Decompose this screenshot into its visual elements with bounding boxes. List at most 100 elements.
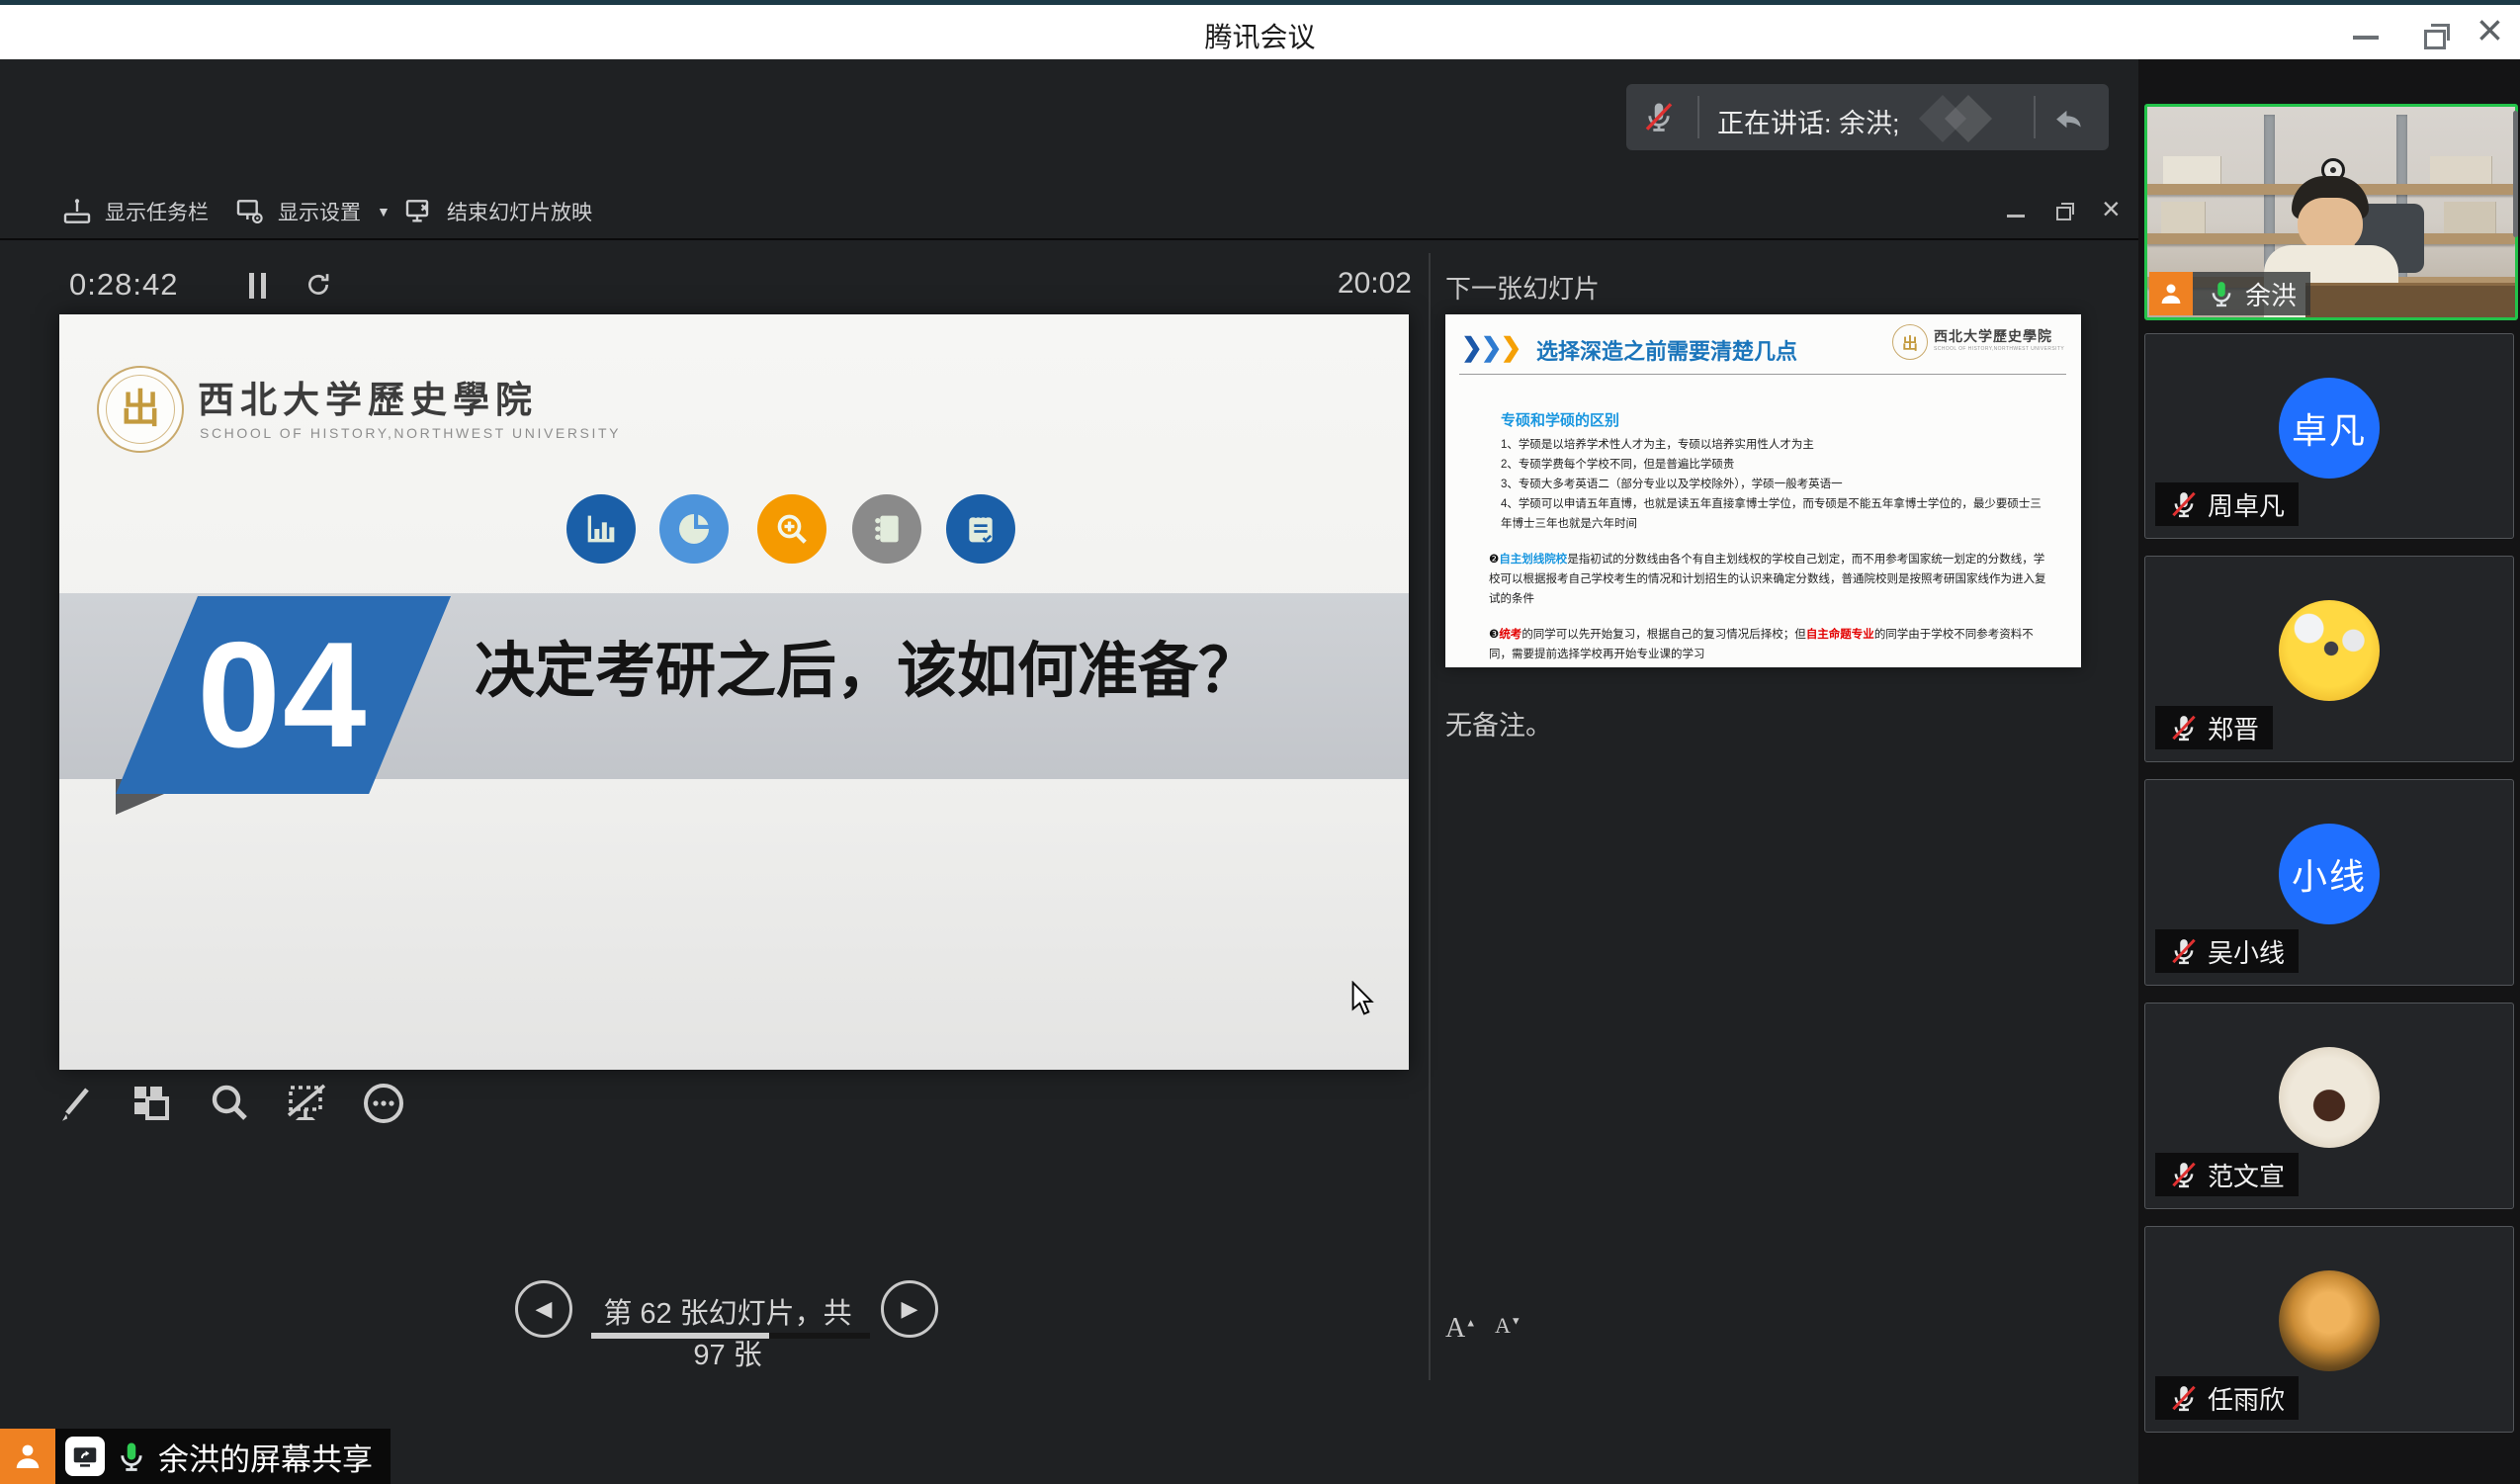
participant-name: 余洪 <box>2245 276 2297 312</box>
divider <box>1697 96 1699 138</box>
titlebar: 腾讯会议 × <box>0 0 2520 59</box>
mic-muted-icon <box>2169 713 2199 742</box>
participant-label: 周卓凡 <box>2155 482 2299 526</box>
window-title: 腾讯会议 <box>0 16 2520 55</box>
previous-slide-button[interactable]: ◀ <box>515 1280 572 1338</box>
divider <box>2034 96 2036 138</box>
participant-name: 吴小线 <box>2208 933 2285 970</box>
header-rule <box>1459 374 2066 375</box>
restart-timer-button[interactable] <box>303 269 334 301</box>
mic-muted-icon[interactable] <box>1642 100 1676 133</box>
avatar <box>2279 600 2380 701</box>
panel-divider <box>1429 253 1431 1380</box>
chevron-down-icon: ▼ <box>377 204 391 219</box>
black-screen-button[interactable] <box>283 1080 330 1127</box>
participants-sidebar: 余洪 卓凡 周卓凡 <box>2138 59 2520 1484</box>
end-slideshow-icon <box>403 196 435 227</box>
next-slide-preview: ❯❯❯ 选择深造之前需要清楚几点 出 西北大学歷史學院 SCHOOL OF HI… <box>1445 314 2081 667</box>
zoom-plus-icon <box>757 494 826 564</box>
slide-progress-fill <box>591 1333 769 1339</box>
mic-muted-icon <box>2169 1383 2199 1413</box>
zoom-tool-button[interactable] <box>206 1080 253 1127</box>
next-slide-button[interactable]: ▶ <box>881 1280 938 1338</box>
org-name-en: SCHOOL OF HISTORY,NORTHWEST UNIVERSITY <box>200 425 621 441</box>
org-name-cn: 西北大学歷史學院 <box>198 370 538 423</box>
screen-share-indicator: 余洪的屏幕共享 <box>0 1429 391 1484</box>
participant-label: 吴小线 <box>2155 929 2299 973</box>
ppt-minimize-icon[interactable] <box>2007 215 2025 218</box>
increase-font-button[interactable]: A▲ <box>1445 1313 1476 1345</box>
clock: 20:02 <box>1236 267 1412 301</box>
current-slide: 出 西北大学歷史學院 SCHOOL OF HISTORY,NORTHWEST U… <box>59 314 1409 1070</box>
display-settings-label: 显示设置 <box>278 197 361 226</box>
slide-progress-bar <box>591 1333 870 1339</box>
avatar-initials: 小线 <box>2292 848 2367 900</box>
participant-name: 郑晋 <box>2208 710 2259 746</box>
display-settings-button[interactable]: 显示设置 ▼ <box>234 183 391 240</box>
participant-tile[interactable]: 小线 吴小线 <box>2144 779 2514 986</box>
org-name-en: SCHOOL OF HISTORY,NORTHWEST UNIVERSITY <box>1934 346 2072 352</box>
show-taskbar-label: 显示任务栏 <box>105 197 209 226</box>
end-slideshow-label: 结束幻灯片放映 <box>447 197 592 226</box>
participant-tile[interactable]: 卓凡 周卓凡 <box>2144 333 2514 539</box>
participant-name: 范文宣 <box>2208 1157 2285 1193</box>
mic-muted-icon <box>2169 1160 2199 1189</box>
slide-title: 决定考研之后，该如何准备？ <box>475 621 1394 709</box>
tencent-meeting-window: 腾讯会议 × 正在讲话: 余洪; <box>0 0 2520 1484</box>
slide-sorter-button[interactable] <box>127 1080 174 1127</box>
avatar: 卓凡 <box>2279 378 2380 479</box>
display-settings-icon <box>234 196 266 227</box>
next-slide-paragraph: ❷自主划线院校是指初试的分数线由各个有自主划线权的学校自己划定，而不用参考国家统… <box>1489 550 2048 609</box>
university-seal-icon: 出 <box>97 366 184 453</box>
slide-icon-row <box>59 494 1409 564</box>
restore-icon[interactable] <box>2424 24 2450 49</box>
avatar <box>2279 1047 2380 1148</box>
close-icon[interactable]: × <box>2477 2 2503 57</box>
more-options-button[interactable] <box>360 1080 407 1127</box>
sidebar-scrollbar[interactable] <box>2513 111 2518 237</box>
chevrons-icon: ❯❯❯ <box>1461 332 1520 363</box>
participant-tile[interactable]: 范文宣 <box>2144 1003 2514 1209</box>
next-slide-heading: 专硕和学硕的区别 <box>1501 409 1619 430</box>
decrease-font-button[interactable]: A▼ <box>1495 1313 1521 1339</box>
minimize-icon[interactable] <box>2353 36 2379 40</box>
content: 正在讲话: 余洪; 显示任务栏 <box>0 59 2520 1484</box>
mic-on-icon <box>2207 279 2236 308</box>
participant-label: 范文宣 <box>2155 1153 2299 1196</box>
titlebar-accent <box>0 0 2520 5</box>
participant-tile[interactable]: 郑晋 <box>2144 556 2514 762</box>
ppt-restore-icon[interactable] <box>2056 203 2076 222</box>
next-slide-title: 选择深造之前需要清楚几点 <box>1536 334 1797 366</box>
tencent-meeting-logo <box>1918 94 2013 141</box>
show-taskbar-button[interactable]: 显示任务栏 <box>61 183 209 240</box>
ppt-close-icon[interactable]: × <box>2102 191 2121 227</box>
elapsed-timer: 0:28:42 <box>69 267 178 303</box>
next-slide-list: 1、学硕是以培养学术性人才为主，专硕以培养实用性人才为主2、专硕学费每个学校不同… <box>1501 435 2042 534</box>
participant-name: 任雨欣 <box>2208 1380 2285 1417</box>
participant-label: 余洪 <box>2149 272 2310 315</box>
screen-share-icon <box>65 1437 105 1476</box>
next-slide-label: 下一张幻灯片 <box>1445 269 1600 306</box>
taskbar-icon <box>61 196 93 227</box>
slide-counter: 第 62 张幻灯片，共 97 张 <box>589 1290 866 1373</box>
shared-screen: 正在讲话: 余洪; 显示任务栏 <box>0 59 2138 1484</box>
avatar-initials: 卓凡 <box>2292 402 2367 454</box>
mic-on-icon <box>115 1440 148 1473</box>
share-label: 余洪的屏幕共享 <box>55 1429 391 1484</box>
mouse-cursor <box>1350 981 1376 1016</box>
participant-tile[interactable]: 任雨欣 <box>2144 1226 2514 1433</box>
participant-tile[interactable]: 余洪 <box>2144 104 2518 320</box>
end-slideshow-button[interactable]: 结束幻灯片放映 <box>403 183 592 240</box>
pause-timer-button[interactable] <box>249 273 271 299</box>
participant-label: 郑晋 <box>2155 706 2273 749</box>
speaking-text: 正在讲话: 余洪; <box>1717 102 1900 140</box>
notes-text: 无备注。 <box>1445 704 1552 742</box>
next-slide-paragraph: ❸统考的同学可以先开始复习，根据自己的复习情况后择校；但自主命题专业的同学由于学… <box>1489 625 2048 664</box>
pen-tool-button[interactable] <box>51 1080 99 1127</box>
presenter-badge-icon <box>2149 272 2193 315</box>
university-seal-icon: 出 <box>1892 324 1928 360</box>
org-name-cn: 西北大学歷史學院 <box>1934 326 2072 346</box>
return-arrow-icon[interactable] <box>2049 99 2087 136</box>
share-text: 余洪的屏幕共享 <box>158 1435 373 1479</box>
mic-muted-icon <box>2169 936 2199 966</box>
